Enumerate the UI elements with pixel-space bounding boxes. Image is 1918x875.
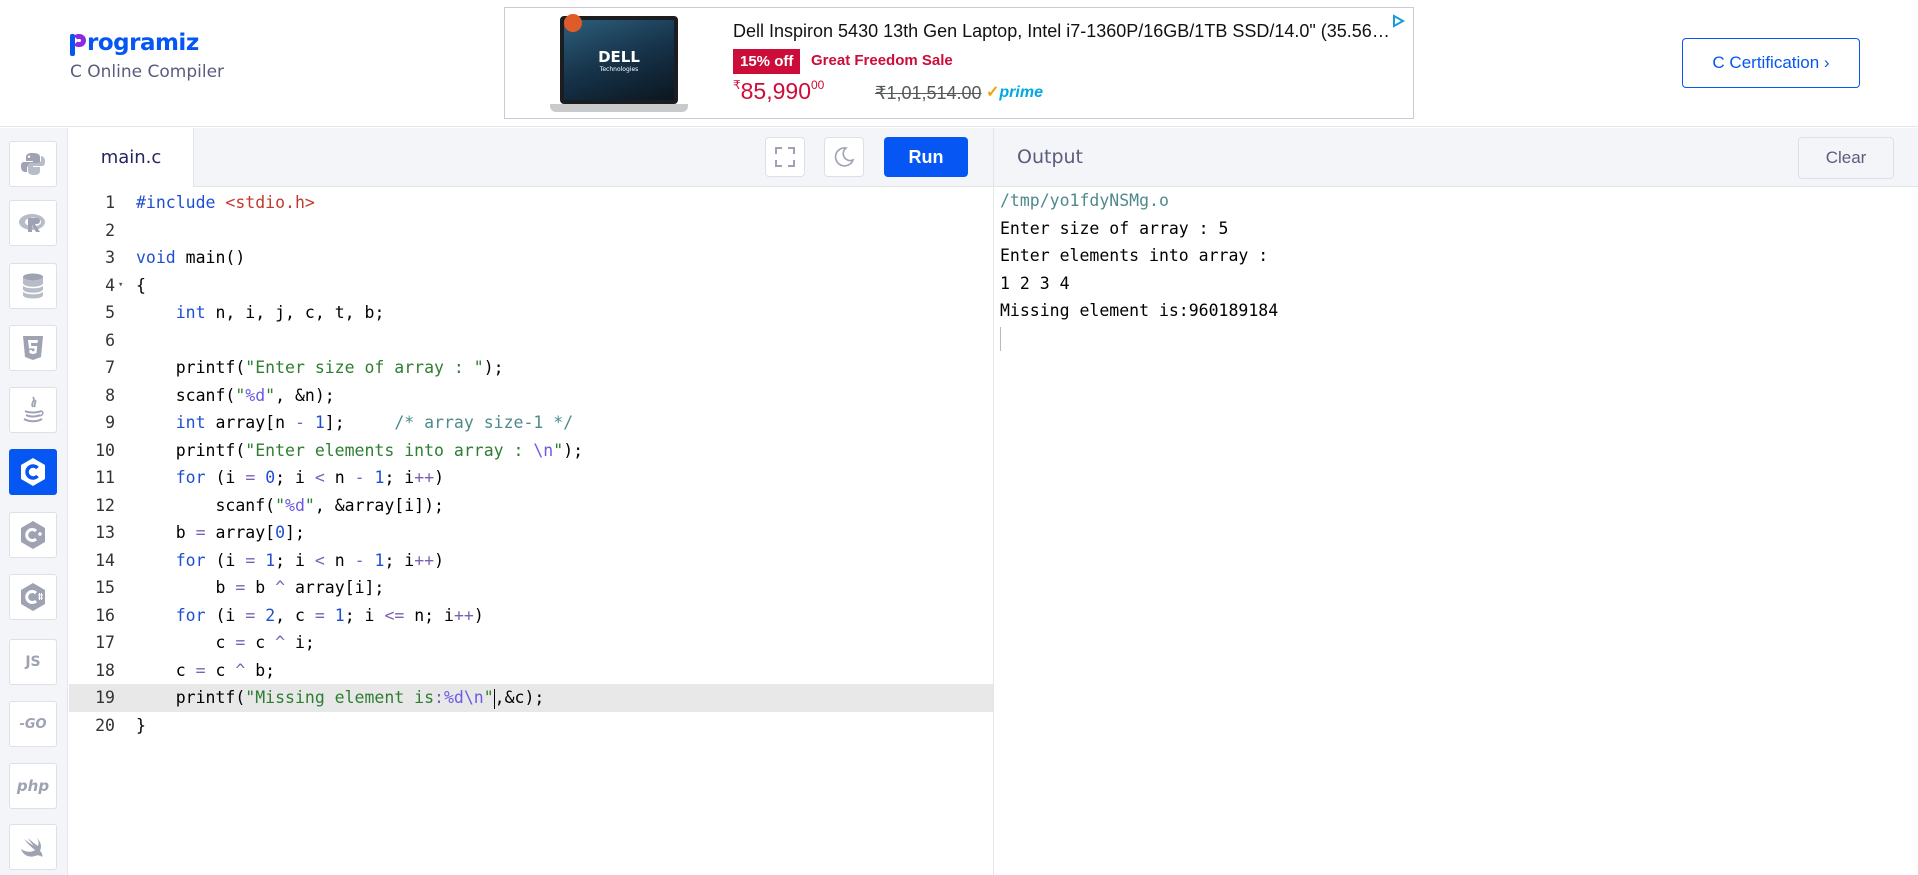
- csharp-icon[interactable]: [9, 574, 57, 620]
- code-line: 6: [69, 327, 993, 355]
- output-panel: Output Clear /tmp/yo1fdyNSMg.o Enter siz…: [993, 128, 1918, 875]
- line-number: 13: [95, 523, 115, 542]
- output-line: Missing element is:960189184: [1000, 301, 1279, 320]
- line-number: 3: [105, 248, 115, 267]
- line-number: 10: [95, 440, 115, 460]
- c-certification-button[interactable]: C Certification ›: [1682, 38, 1860, 88]
- editor-toolbar: main.c Run: [69, 128, 993, 187]
- console-output[interactable]: /tmp/yo1fdyNSMg.o Enter size of array : …: [1000, 187, 1278, 351]
- output-toolbar: Output Clear: [994, 128, 1918, 187]
- ad-price: ₹85,99000: [733, 78, 825, 104]
- line-number: 5: [105, 303, 115, 322]
- logo-text: rogramiz: [87, 30, 199, 56]
- line-number: 7: [105, 358, 115, 377]
- ad-banner[interactable]: DELL Technologies Dell Inspiron 5430 13th…: [504, 7, 1414, 119]
- top-header: rogramiz C Online Compiler DELL Technolog…: [0, 0, 1918, 127]
- python-icon[interactable]: [9, 141, 57, 187]
- line-number: 11: [95, 468, 115, 487]
- ad-mrp: ₹1,01,514.00: [875, 83, 982, 103]
- code-line: 2: [69, 217, 993, 245]
- line-number: 15: [95, 578, 115, 597]
- ad-choices-icon[interactable]: [1391, 14, 1406, 28]
- output-line: Enter elements into array :: [1000, 246, 1269, 265]
- code-line: 14 for (i = 1; i < n - 1; i++): [69, 547, 993, 575]
- line-number: 2: [105, 220, 115, 240]
- language-sidebar: JS -GO php: [0, 128, 68, 875]
- ad-title[interactable]: Dell Inspiron 5430 13th Gen Laptop, Inte…: [733, 21, 1397, 42]
- line-number: 1: [105, 193, 115, 212]
- code-line: 11 for (i = 0; i < n - 1; i++): [69, 464, 993, 492]
- go-icon[interactable]: -GO: [9, 701, 57, 747]
- line-number: 9: [105, 413, 115, 432]
- code-line: 7 printf("Enter size of array : ");: [69, 354, 993, 382]
- logo-wordmark: rogramiz: [70, 30, 224, 56]
- sticker-icon: [564, 14, 582, 32]
- php-icon[interactable]: php: [9, 763, 57, 809]
- code-line: 4 ▾{: [69, 272, 993, 300]
- line-number: 18: [95, 660, 115, 680]
- code-line-active: 19 printf("Missing element is:%d\n",&c);: [69, 684, 993, 712]
- file-tab-main-c[interactable]: main.c: [69, 128, 194, 187]
- code-content[interactable]: 1 #include <stdio.h> 2 3 void main() 4 ▾{ 5…: [69, 187, 993, 875]
- laptop-image: DELL Technologies: [550, 14, 688, 114]
- moon-icon: [834, 147, 855, 167]
- line-number: 12: [95, 495, 115, 515]
- code-line: 12 scanf("%d", &array[i]);: [69, 492, 993, 520]
- output-title: Output: [1017, 146, 1083, 168]
- java-icon[interactable]: [9, 387, 57, 433]
- code-line: 18 c = c ^ b;: [69, 657, 993, 685]
- text-cursor: [493, 688, 495, 709]
- code-line: 1 #include <stdio.h>: [69, 189, 993, 217]
- swift-icon[interactable]: [9, 824, 57, 870]
- output-line: /tmp/yo1fdyNSMg.o: [1000, 191, 1169, 210]
- c-language-icon[interactable]: [9, 449, 57, 495]
- output-line: Enter size of array : 5: [1000, 218, 1229, 238]
- code-line: 8 scanf("%d", &n);: [69, 382, 993, 410]
- output-line: 1 2 3 4: [1000, 273, 1070, 293]
- sql-database-icon[interactable]: [9, 263, 57, 309]
- code-line: 5 int n, i, j, c, t, b;: [69, 299, 993, 327]
- dell-logo: DELL Technologies: [598, 48, 640, 73]
- code-line: 9 int array[n - 1]; /* array size-1 */: [69, 409, 993, 437]
- logo-p-icon: [70, 30, 86, 56]
- r-icon[interactable]: [9, 200, 57, 246]
- fullscreen-icon: [775, 147, 795, 167]
- fold-arrow-icon[interactable]: ▾: [118, 272, 123, 300]
- check-icon: ✓: [986, 84, 1000, 101]
- line-number: 14: [95, 550, 115, 570]
- code-line: 17 c = c ^ i;: [69, 629, 993, 657]
- cpp-icon[interactable]: [9, 512, 57, 558]
- code-line: 10 printf("Enter elements into array : \…: [69, 437, 993, 465]
- line-number: 16: [95, 605, 115, 625]
- console-cursor: [1000, 326, 1001, 351]
- html5-icon[interactable]: [9, 325, 57, 371]
- fullscreen-button[interactable]: [765, 137, 805, 177]
- code-line: 3 void main(): [69, 244, 993, 272]
- code-line: 20}: [69, 712, 993, 740]
- sale-label: Great Freedom Sale: [811, 52, 953, 69]
- line-number: 20: [95, 715, 115, 735]
- code-editor-panel: main.c Run 1 #include <stdio.h> 2 3 void m…: [69, 128, 993, 875]
- javascript-icon[interactable]: JS: [9, 639, 57, 685]
- line-number: 8: [105, 385, 115, 405]
- compiler-subtitle: C Online Compiler: [70, 62, 225, 82]
- discount-badge: 15% off: [733, 49, 801, 74]
- theme-toggle-button[interactable]: [824, 137, 864, 177]
- line-number: 19: [95, 688, 115, 707]
- programiz-logo[interactable]: rogramiz C Online Compiler: [70, 30, 224, 82]
- code-line: 16 for (i = 2, c = 1; i <= n; i++): [69, 602, 993, 630]
- run-button[interactable]: Run: [884, 137, 968, 177]
- line-number: 6: [105, 330, 115, 350]
- line-number: 4: [105, 275, 115, 295]
- clear-button[interactable]: Clear: [1798, 137, 1894, 179]
- prime-logo: ✓prime: [986, 84, 1043, 101]
- code-line: 13 b = array[0];: [69, 519, 993, 547]
- code-line: 15 b = b ^ array[i];: [69, 574, 993, 602]
- line-number: 17: [95, 633, 115, 652]
